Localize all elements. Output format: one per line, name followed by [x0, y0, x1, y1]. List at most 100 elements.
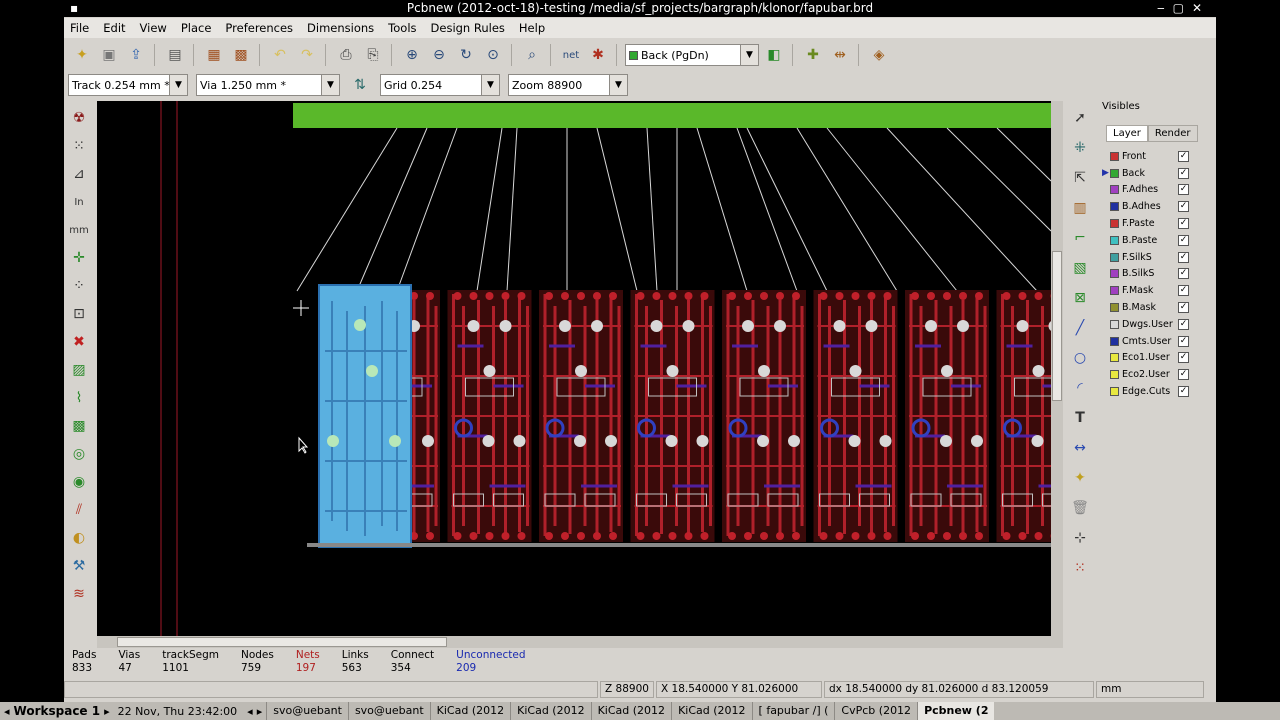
chevron-down-icon[interactable]: ▼ — [609, 75, 627, 95]
layer-color-swatch[interactable] — [1110, 219, 1119, 229]
open-icon[interactable]: ⇪ — [124, 43, 148, 67]
layer-visible-checkbox[interactable]: ✓ — [1178, 335, 1189, 347]
add-arc-icon[interactable]: ◜ — [1068, 376, 1092, 400]
layer-name[interactable]: B.Mask — [1122, 302, 1178, 313]
grid-select[interactable]: Grid 0.254 ▼ — [380, 74, 500, 96]
prev-workspace-icon[interactable]: ◂ — [0, 705, 10, 718]
layer-row[interactable]: Front ✓ — [1110, 148, 1216, 165]
taskbar-task[interactable]: CvPcb (2012 — [834, 702, 917, 720]
grid-toggle-icon[interactable]: ⁙ — [67, 134, 91, 158]
layer-color-swatch[interactable] — [1110, 387, 1119, 397]
print-icon[interactable]: ⎙ — [334, 43, 358, 67]
layer-color-swatch[interactable] — [1110, 252, 1119, 262]
tab-layer[interactable]: Layer — [1106, 125, 1148, 142]
layer-name[interactable]: Dwgs.User — [1122, 319, 1178, 330]
layer-row[interactable]: F.Paste ✓ — [1110, 215, 1216, 232]
add-circle-icon[interactable]: ○ — [1068, 346, 1092, 370]
menu-help[interactable]: Help — [519, 21, 545, 35]
layer-name[interactable]: Cmts.User — [1122, 336, 1178, 347]
highlight-net-icon[interactable]: ⁜ — [1068, 136, 1092, 160]
layer-row[interactable]: Cmts.User ✓ — [1110, 333, 1216, 350]
taskbar-task[interactable]: Pcbnew (2 — [917, 702, 995, 720]
layer-visible-checkbox[interactable]: ✓ — [1178, 251, 1189, 263]
module-viewer-icon[interactable]: ▩ — [229, 43, 253, 67]
layer-visible-checkbox[interactable]: ✓ — [1178, 184, 1189, 196]
layer-visible-checkbox[interactable]: ✓ — [1178, 234, 1189, 246]
layer-color-swatch[interactable] — [1110, 353, 1119, 363]
layer-row[interactable]: F.Adhes ✓ — [1110, 182, 1216, 199]
taskbar-task[interactable]: svo@uebant — [266, 702, 348, 720]
chevron-down-icon[interactable]: ▼ — [481, 75, 499, 95]
grid-origin-icon[interactable]: ⁙ — [1068, 556, 1092, 580]
layer-visible-checkbox[interactable]: ✓ — [1178, 268, 1189, 280]
undo-icon[interactable]: ↶ — [268, 43, 292, 67]
menu-place[interactable]: Place — [181, 21, 212, 35]
layer-name[interactable]: F.Adhes — [1122, 184, 1178, 195]
layer-color-swatch[interactable] — [1110, 336, 1119, 346]
taskbar-task[interactable]: [ fapubar /] ( — [751, 702, 835, 720]
layer-row[interactable]: B.Adhes ✓ — [1110, 198, 1216, 215]
zone-show-icon[interactable]: ▨ — [67, 358, 91, 382]
manage-layers-icon[interactable]: ≋ — [67, 582, 91, 606]
add-module-icon[interactable]: ▥ — [1068, 196, 1092, 220]
layer-color-swatch[interactable] — [1110, 319, 1119, 329]
layer-name[interactable]: Back — [1122, 168, 1178, 179]
menu-preferences[interactable]: Preferences — [225, 21, 293, 35]
layer-row[interactable]: B.Paste ✓ — [1110, 232, 1216, 249]
menu-view[interactable]: View — [140, 21, 167, 35]
layer-color-swatch[interactable] — [1110, 185, 1119, 195]
zoom-fit-icon[interactable]: ⊙ — [481, 43, 505, 67]
high-contrast-icon[interactable]: ◐ — [67, 526, 91, 550]
layer-row[interactable]: Edge.Cuts ✓ — [1110, 383, 1216, 400]
layer-name[interactable]: Eco1.User — [1122, 352, 1178, 363]
layer-visible-checkbox[interactable]: ✓ — [1178, 218, 1189, 230]
add-dimension-icon[interactable]: ↔ — [1068, 436, 1092, 460]
layer-visible-checkbox[interactable]: ✓ — [1178, 318, 1189, 330]
menu-file[interactable]: File — [70, 21, 89, 35]
add-zone-icon[interactable]: ▧ — [1068, 256, 1092, 280]
layer-visible-checkbox[interactable]: ✓ — [1178, 150, 1189, 162]
plot-icon[interactable]: ⎘ — [361, 43, 385, 67]
workspace-label[interactable]: Workspace 1 — [10, 704, 105, 718]
pads-sketch-icon[interactable]: ◎ — [67, 442, 91, 466]
units-inch-icon[interactable]: In — [67, 190, 91, 214]
layer-color-swatch[interactable] — [1110, 235, 1119, 245]
layer-color-swatch[interactable] — [1110, 151, 1119, 161]
autoroute-icon[interactable]: ⇹ — [828, 43, 852, 67]
auto-track-width-icon[interactable]: ⇅ — [348, 73, 372, 97]
layer-color-swatch[interactable] — [1110, 370, 1119, 380]
module-editor-icon[interactable]: ▦ — [202, 43, 226, 67]
layer-row[interactable]: Eco1.User ✓ — [1110, 350, 1216, 367]
layer-color-swatch[interactable] — [1110, 202, 1119, 212]
auto-delete-track-icon[interactable]: ✖ — [67, 330, 91, 354]
layer-visible-checkbox[interactable]: ✓ — [1178, 352, 1189, 364]
scroll-thumb[interactable] — [1052, 251, 1062, 401]
next-workspace-icon[interactable]: ▸ — [104, 705, 118, 718]
add-line-icon[interactable]: ╱ — [1068, 316, 1092, 340]
page-settings-icon[interactable]: ▤ — [163, 43, 187, 67]
polar-coords-icon[interactable]: ⊿ — [67, 162, 91, 186]
drc-icon[interactable]: ✱ — [586, 43, 610, 67]
taskbar-task[interactable]: KiCad (2012 — [671, 702, 751, 720]
via-size-select[interactable]: Via 1.250 mm * ▼ — [196, 74, 340, 96]
local-ratsnest-icon[interactable]: ⇱ — [1068, 166, 1092, 190]
taskbar-task[interactable]: svo@uebant — [347, 702, 430, 720]
layer-name[interactable]: B.SilkS — [1122, 268, 1178, 279]
chevron-down-icon[interactable]: ▼ — [740, 45, 758, 65]
layer-color-swatch[interactable] — [1110, 168, 1119, 178]
layer-name[interactable]: Front — [1122, 151, 1178, 162]
layer-name[interactable]: F.SilkS — [1122, 252, 1178, 263]
new-board-icon[interactable]: ✦ — [70, 43, 94, 67]
layer-name[interactable]: Edge.Cuts — [1122, 386, 1178, 397]
units-mm-icon[interactable]: mm — [67, 218, 91, 242]
menu-edit[interactable]: Edit — [103, 21, 125, 35]
taskbar-task[interactable]: KiCad (2012 — [590, 702, 671, 720]
zoom-in-icon[interactable]: ⊕ — [400, 43, 424, 67]
autoplace-icon[interactable]: ✚ — [801, 43, 825, 67]
layer-name[interactable]: B.Paste — [1122, 235, 1178, 246]
layer-visible-checkbox[interactable]: ✓ — [1178, 386, 1189, 398]
add-keepout-icon[interactable]: ⊠ — [1068, 286, 1092, 310]
canvas-vertical-scrollbar[interactable] — [1051, 101, 1063, 636]
layer-row[interactable]: B.SilkS ✓ — [1110, 266, 1216, 283]
canvas-horizontal-scrollbar[interactable] — [97, 636, 1063, 648]
